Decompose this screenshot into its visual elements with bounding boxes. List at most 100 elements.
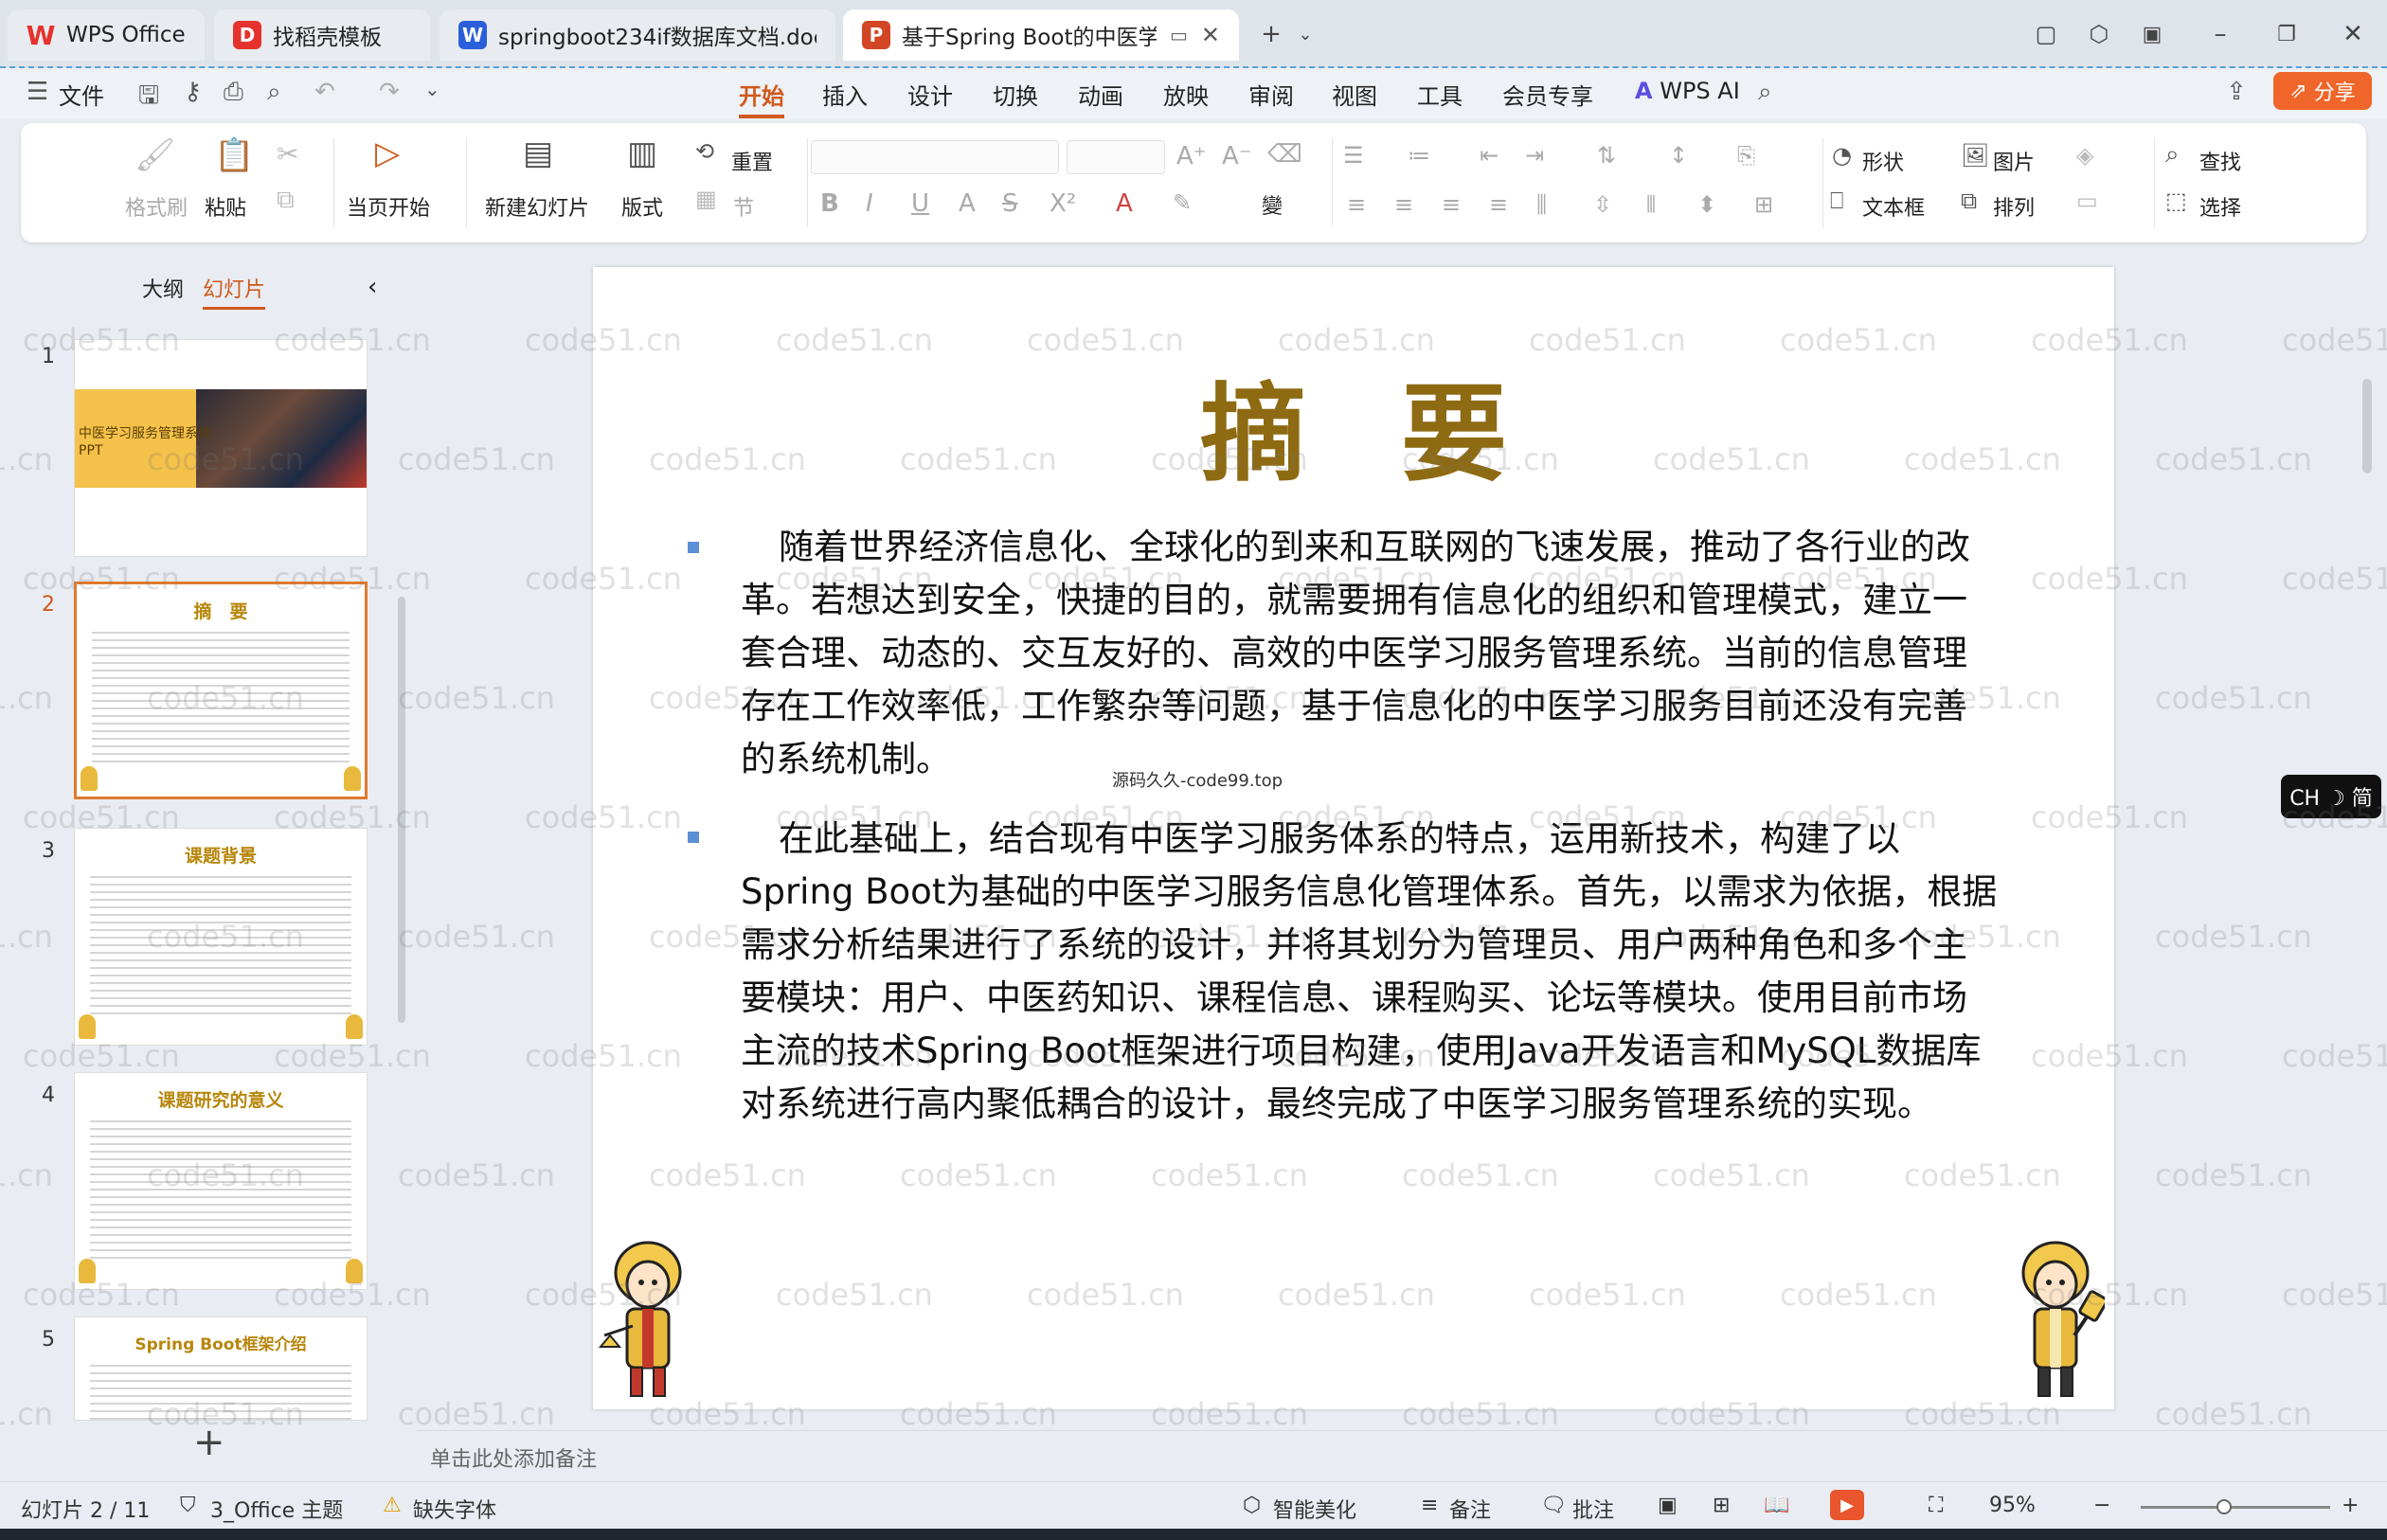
columns-icon[interactable]: ⫴: [1646, 191, 1656, 218]
reset-icon[interactable]: ⟲: [695, 138, 714, 165]
zoom-slider-handle[interactable]: [2216, 1499, 2232, 1514]
text-direction-icon[interactable]: ⇅: [1597, 142, 1616, 169]
close-window-icon[interactable]: ✕: [2334, 17, 2372, 51]
section-button[interactable]: 节: [733, 191, 754, 222]
new-slide-icon[interactable]: ▤: [523, 134, 553, 172]
undo-icon[interactable]: ↶: [314, 78, 335, 106]
copy-icon[interactable]: ⧉: [277, 186, 295, 215]
arrange-button[interactable]: 排列: [1993, 191, 2035, 222]
decrease-font-icon[interactable]: A⁻: [1222, 142, 1252, 170]
format-painter-icon[interactable]: 🖌: [135, 136, 175, 174]
paragraph-spacing-icon[interactable]: ⇳: [1593, 191, 1612, 218]
fit-to-window-icon[interactable]: ⛶: [1929, 1494, 1943, 1517]
add-slide-button[interactable]: +: [193, 1421, 225, 1464]
smart-art-icon[interactable]: ⊞: [1754, 191, 1773, 218]
slide-thumbnail-2[interactable]: 摘 要: [74, 582, 368, 799]
missing-font-button[interactable]: 缺失字体: [413, 1494, 496, 1524]
menu-design[interactable]: 设计: [907, 78, 953, 111]
tab-wps-office[interactable]: W WPS Office: [8, 9, 205, 61]
thumbnail-scrollbar[interactable]: [398, 597, 405, 1023]
menu-view[interactable]: 视图: [1332, 78, 1377, 111]
arrange-icon[interactable]: ⧉: [1961, 188, 1977, 214]
maximize-icon[interactable]: ❐: [2268, 17, 2306, 51]
slide-paragraph-1[interactable]: 随着世界经济信息化、全球化的到来和互联网的飞速发展，推动了各行业的改革。若想达到…: [741, 521, 2001, 786]
menu-file[interactable]: 文件: [59, 78, 104, 111]
play-from-current-button[interactable]: 当页开始: [347, 191, 430, 222]
indent-icon[interactable]: ⇥: [1525, 142, 1544, 169]
italic-icon[interactable]: I: [866, 189, 873, 218]
justify-icon[interactable]: ≡: [1489, 191, 1508, 218]
reading-view-icon[interactable]: 📖: [1764, 1494, 1789, 1517]
menu-animation[interactable]: 动画: [1078, 78, 1123, 111]
share-button[interactable]: ⇗ 分享: [2273, 72, 2372, 110]
tab-word-doc[interactable]: W springboot234if数据库文档.doc: [440, 9, 835, 61]
search-icon[interactable]: ⌕: [1758, 78, 1772, 107]
textbox-icon[interactable]: ⎕: [1830, 188, 1843, 214]
slide-title[interactable]: 摘要: [593, 349, 2114, 502]
increase-font-icon[interactable]: A⁺: [1176, 142, 1207, 170]
slide-canvas[interactable]: 摘要 随着世界经济信息化、全球化的到来和互联网的飞速发展，推动了各行业的改革。若…: [593, 267, 2114, 1409]
slide-thumbnail-4[interactable]: 课题研究的意义: [74, 1072, 368, 1290]
notes-button[interactable]: 备注: [1449, 1494, 1491, 1524]
underline-icon[interactable]: U: [911, 189, 929, 218]
slide-sorter-icon[interactable]: ⊞: [1713, 1494, 1730, 1517]
font-name-select[interactable]: [811, 140, 1059, 174]
font-color-icon[interactable]: A: [1116, 189, 1133, 218]
new-tab-icon[interactable]: +: [1252, 17, 1290, 51]
input-method-indicator[interactable]: CH ☽ 简: [2281, 775, 2381, 818]
paste-button[interactable]: 粘贴: [205, 191, 246, 222]
reset-button[interactable]: 重置: [731, 146, 773, 176]
tab-docer-templates[interactable]: D 找稻壳模板: [214, 9, 430, 61]
chevron-down-icon[interactable]: ⌄: [1286, 17, 1324, 51]
play-circle-icon[interactable]: ▷: [375, 134, 400, 172]
outdent-icon[interactable]: ⇤: [1480, 142, 1499, 169]
find-icon[interactable]: ⌕: [2165, 140, 2180, 170]
strikethrough-icon[interactable]: S: [1002, 189, 1018, 218]
chevron-down-icon[interactable]: ⌄: [424, 78, 440, 100]
line-spacing-icon[interactable]: ↕: [1669, 142, 1688, 169]
minimize-icon[interactable]: –: [2201, 17, 2239, 51]
clear-format-icon[interactable]: ⌫: [1267, 140, 1302, 169]
bold-icon[interactable]: B: [820, 189, 839, 218]
font-size-select[interactable]: [1067, 140, 1165, 174]
slide-thumbnail-3[interactable]: 课题背景: [74, 828, 368, 1046]
close-tab-icon[interactable]: ✕: [1201, 22, 1220, 48]
slide-scrollbar[interactable]: [2362, 379, 2372, 474]
phonetic-icon[interactable]: 變: [1262, 189, 1283, 220]
smart-beautify-button[interactable]: 智能美化: [1273, 1494, 1356, 1524]
tab-outline[interactable]: 大纲: [142, 273, 184, 303]
convert-icon[interactable]: ⎘: [1737, 142, 1755, 169]
menu-insert[interactable]: 插入: [822, 78, 868, 111]
slide-thumbnail-1[interactable]: 中医学习服务管理系统 PPT: [74, 339, 368, 557]
normal-view-icon[interactable]: ▣: [1658, 1494, 1678, 1517]
align-right-icon[interactable]: ≡: [1442, 191, 1461, 218]
slideshow-play-button[interactable]: ▶: [1830, 1490, 1864, 1520]
zoom-level[interactable]: 95%: [1989, 1494, 2036, 1517]
new-slide-button[interactable]: 新建幻灯片: [485, 191, 589, 222]
menu-review[interactable]: 审阅: [1248, 78, 1294, 111]
shape-icon[interactable]: ◔: [1832, 142, 1852, 169]
layout-button[interactable]: 版式: [621, 191, 663, 222]
hamburger-icon[interactable]: ☰: [27, 78, 48, 106]
format-painter-button[interactable]: 格式刷: [125, 191, 188, 222]
layout-icon[interactable]: ▥: [627, 134, 657, 172]
textbox-button[interactable]: 文本框: [1862, 191, 1925, 222]
zoom-in-icon[interactable]: +: [2342, 1494, 2359, 1517]
notes-pane[interactable]: 单击此处添加备注: [417, 1430, 2387, 1481]
zoom-slider-track[interactable]: [2141, 1506, 2330, 1509]
redo-icon[interactable]: ↷: [379, 78, 400, 106]
upload-cloud-icon[interactable]: ⇪: [2226, 78, 2247, 106]
align-center-icon[interactable]: ≡: [1394, 191, 1413, 218]
tab-current-ppt[interactable]: P 基于Spring Boot的中医学习 ▭ ✕: [843, 9, 1239, 61]
zoom-out-icon[interactable]: −: [2093, 1494, 2110, 1517]
vertical-align-icon[interactable]: ⬍: [1697, 191, 1716, 218]
slide-thumbnail-5[interactable]: Spring Boot框架介绍: [74, 1316, 368, 1421]
menu-transition[interactable]: 切换: [993, 78, 1038, 111]
tab-slides[interactable]: 幻灯片: [203, 273, 266, 310]
numbered-list-icon[interactable]: ≔: [1408, 142, 1430, 169]
save-icon[interactable]: 🖫: [138, 78, 159, 119]
key-icon[interactable]: ⚷: [184, 78, 202, 106]
picture-icon[interactable]: 🖼: [1961, 142, 1989, 169]
distribute-icon[interactable]: ⫼: [1536, 191, 1547, 218]
collapse-panel-icon[interactable]: ‹: [368, 273, 377, 301]
